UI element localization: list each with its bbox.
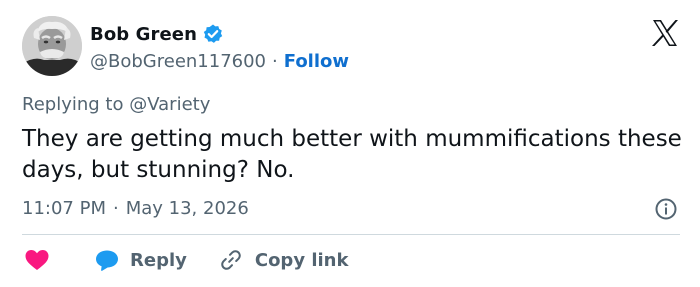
tweet-embed-card: Bob Green @BobGreen117600 · Follow Reply…	[0, 0, 700, 287]
replying-to-line: Replying to @Variety	[22, 94, 210, 115]
reply-target-link[interactable]: @Variety	[129, 94, 210, 115]
tweet-timestamp[interactable]: 11:07 PM · May 13, 2026	[22, 198, 249, 219]
timestamp-separator: ·	[112, 198, 119, 219]
tweet-header: Bob Green @BobGreen117600 · Follow	[22, 16, 682, 78]
info-icon[interactable]	[654, 197, 678, 221]
like-button[interactable]	[22, 248, 50, 272]
display-name[interactable]: Bob Green	[90, 24, 197, 45]
verified-badge-icon	[202, 23, 224, 45]
chat-bubble-icon	[96, 250, 118, 271]
follow-button[interactable]: Follow	[284, 51, 349, 72]
action-bar: Reply Copy link	[22, 246, 348, 274]
copy-link-button[interactable]: Copy link	[219, 248, 349, 272]
tweet-text: They are getting much better with mummif…	[22, 126, 682, 183]
link-icon	[221, 250, 241, 270]
reply-label: Reply	[130, 249, 187, 271]
heart-icon	[25, 250, 49, 270]
replying-to-label: Replying to	[22, 94, 124, 115]
tweet-time[interactable]: 11:07 PM	[22, 198, 106, 219]
author-info: Bob Green @BobGreen117600 · Follow	[90, 22, 349, 74]
handle-separator: ·	[272, 50, 278, 72]
name-row: Bob Green	[90, 22, 349, 46]
reply-button[interactable]: Reply	[94, 248, 187, 272]
author-handle[interactable]: @BobGreen117600	[90, 51, 266, 72]
x-logo-icon[interactable]	[650, 18, 680, 48]
handle-row: @BobGreen117600 · Follow	[90, 48, 349, 74]
copy-link-label: Copy link	[254, 249, 349, 271]
divider	[22, 234, 680, 235]
avatar[interactable]	[22, 16, 82, 76]
tweet-date[interactable]: May 13, 2026	[126, 198, 249, 219]
